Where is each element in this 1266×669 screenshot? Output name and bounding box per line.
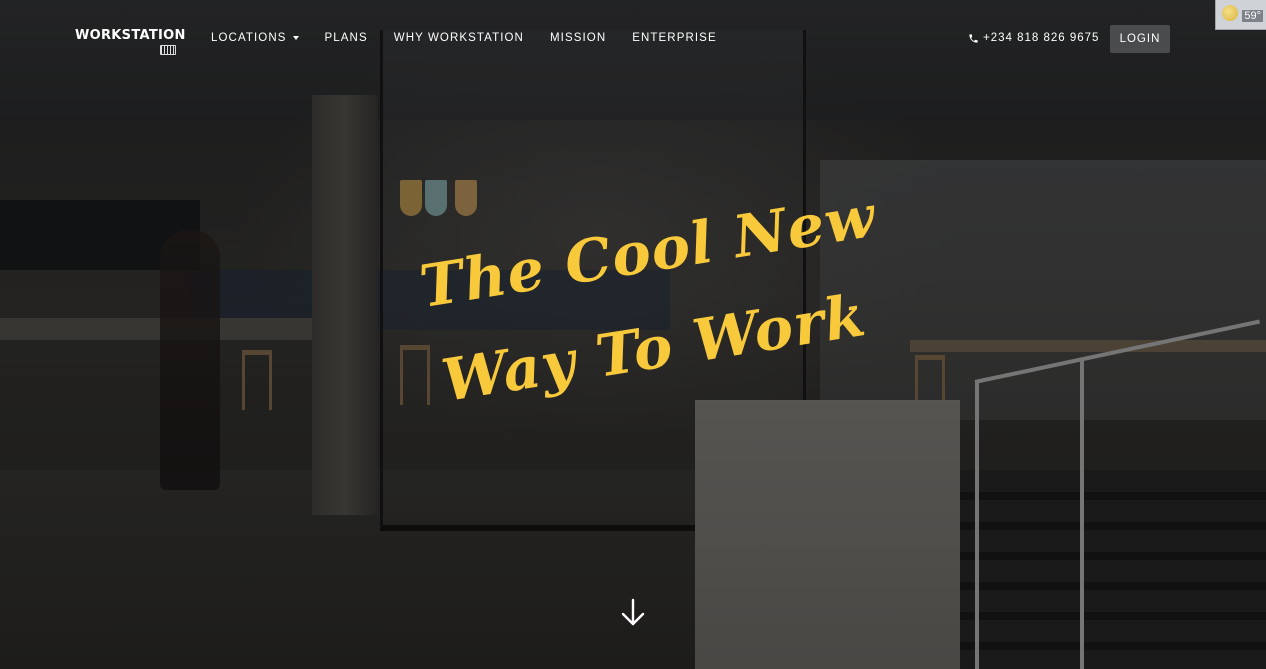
temperature-value: 59° <box>1242 10 1263 22</box>
partly-sunny-icon <box>1222 5 1238 21</box>
caret-down-icon <box>292 36 299 40</box>
weather-widget[interactable]: 59° <box>1215 0 1266 30</box>
login-button[interactable]: LOGIN <box>1110 25 1170 53</box>
menu-item-locations[interactable]: LOCATIONS <box>211 32 299 44</box>
logo-text: WORKSTATION <box>75 28 186 43</box>
menu-item-label: PLANS <box>324 32 368 44</box>
menu-item-plans[interactable]: PLANS <box>325 32 368 44</box>
arrow-down-icon <box>621 598 645 626</box>
phone-icon <box>969 33 978 43</box>
phone-number: +234 818 826 9675 <box>983 32 1100 44</box>
hero-headline: The Cool New Way To Work <box>415 182 880 445</box>
phone-contact[interactable]: +234 818 826 9675 <box>968 32 1099 44</box>
top-navigation: WORKSTATION LOCATIONS PLANS WHY WORKSTAT… <box>0 0 1266 80</box>
menu-item-why-workstation[interactable]: WHY WORKSTATION <box>394 32 524 44</box>
scroll-down-button[interactable] <box>620 598 646 628</box>
menu-item-label: WHY WORKSTATION <box>393 32 524 44</box>
menu-item-mission[interactable]: MISSION <box>550 32 606 44</box>
menu-item-label: MISSION <box>549 32 607 44</box>
menu-item-label: LOCATIONS <box>211 32 287 44</box>
menu-item-enterprise[interactable]: ENTERPRISE <box>632 32 717 44</box>
main-menu: LOCATIONS PLANS WHY WORKSTATION MISSION … <box>211 32 743 44</box>
menu-item-label: ENTERPRISE <box>632 32 717 44</box>
workstation-logo[interactable]: WORKSTATION <box>75 28 186 55</box>
keyboard-icon <box>160 45 176 55</box>
